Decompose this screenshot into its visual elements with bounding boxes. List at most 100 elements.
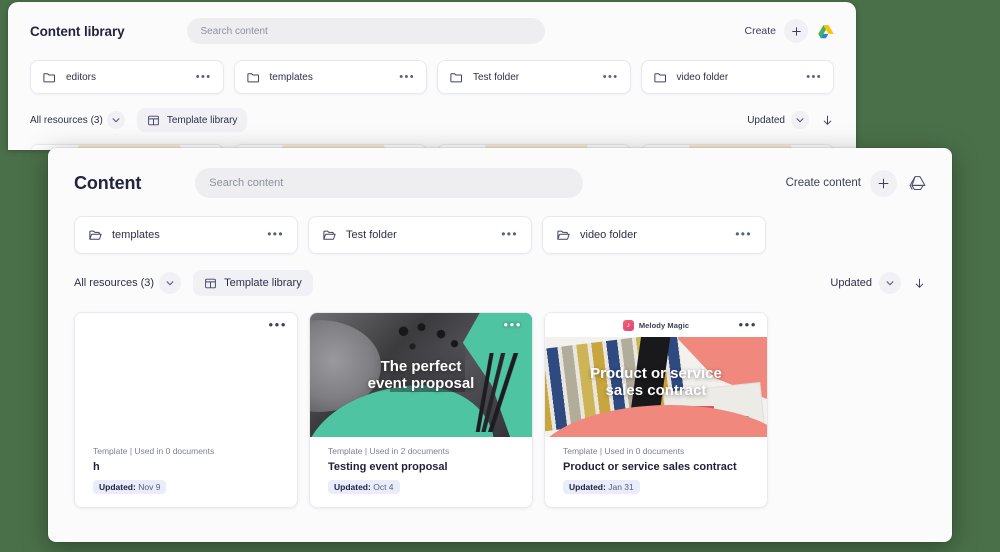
sort-control: Updated: [830, 272, 926, 294]
content-library-window[interactable]: Content library Search content Create ed…: [8, 2, 856, 150]
folder-menu-button[interactable]: •••: [806, 72, 822, 82]
card-subtitle: Template | Used in 0 documents: [563, 446, 685, 456]
folder-chip[interactable]: video folder •••: [542, 216, 766, 254]
google-drive-icon[interactable]: [909, 175, 926, 191]
create-content-label[interactable]: Create content: [786, 177, 861, 189]
all-resources-label[interactable]: All resources (3): [30, 115, 103, 126]
front-filter-row: All resources (3) Template library Updat…: [48, 254, 952, 296]
badge-label: Updated:: [99, 482, 136, 492]
folder-icon: [246, 70, 261, 85]
search-input[interactable]: Search content: [195, 168, 584, 198]
sort-chevron-down-icon[interactable]: [879, 272, 901, 294]
card-subtitle: Template | Used in 0 documents: [93, 446, 215, 456]
badge-label: Updated:: [334, 482, 371, 492]
card-title: h: [93, 461, 100, 473]
chevron-down-icon[interactable]: [159, 272, 182, 294]
open-folder-icon: [556, 228, 571, 243]
search-placeholder: Search content: [200, 25, 268, 37]
sort-control: Updated: [747, 111, 834, 129]
status-badge: Updated: Jan 31: [563, 480, 640, 494]
thumbnail-caption: Product or service sales contract: [590, 365, 722, 400]
search-placeholder: Search content: [209, 177, 284, 189]
card-meta: Template | Used in 0 documents h Updated…: [75, 437, 297, 505]
template-library-label: Template library: [166, 114, 238, 126]
card-meta: Template | Used in 0 documents Product o…: [545, 437, 767, 505]
card-title: Product or service sales contract: [563, 461, 737, 473]
template-library-chip[interactable]: Template library: [193, 270, 313, 296]
folder-name: templates: [112, 229, 160, 241]
page-title: Content library: [30, 23, 125, 39]
folder-menu-button[interactable]: •••: [267, 228, 284, 240]
folder-icon: [449, 70, 464, 85]
folder-chip[interactable]: Test folder •••: [308, 216, 532, 254]
header-actions: Create: [744, 19, 834, 43]
front-folder-list: templates ••• Test folder ••• video fold…: [48, 198, 952, 254]
search-input[interactable]: Search content: [186, 18, 545, 44]
content-card[interactable]: ••• Template | Used in 0 documents h Upd…: [74, 312, 298, 508]
folder-name: templates: [269, 71, 313, 83]
folder-menu-button[interactable]: •••: [735, 228, 752, 240]
card-thumbnail[interactable]: The perfect event proposal •••: [310, 313, 532, 437]
folder-name: video folder: [580, 229, 637, 241]
content-window[interactable]: Content Search content Create content te…: [48, 148, 952, 542]
folder-chip[interactable]: video folder •••: [640, 60, 834, 94]
create-plus-button[interactable]: [784, 19, 808, 43]
sort-label[interactable]: Updated: [747, 115, 785, 126]
card-thumbnail[interactable]: •••: [75, 313, 297, 437]
folder-name: video folder: [676, 71, 729, 83]
folder-chip[interactable]: Test folder •••: [437, 60, 631, 94]
sort-label[interactable]: Updated: [830, 277, 872, 289]
brand-name: Melody Magic: [638, 320, 690, 330]
create-content-plus-button[interactable]: [870, 169, 897, 197]
badge-value: Oct 4: [373, 482, 394, 492]
front-card-grid: ••• Template | Used in 0 documents h Upd…: [48, 296, 952, 508]
template-library-chip[interactable]: Template library: [136, 108, 248, 132]
card-menu-button[interactable]: •••: [269, 318, 287, 331]
folder-menu-button[interactable]: •••: [399, 72, 415, 82]
back-window-header: Content library Search content Create: [8, 2, 856, 44]
card-menu-button[interactable]: •••: [739, 318, 757, 331]
card-menu-button[interactable]: •••: [504, 318, 522, 331]
folder-chip[interactable]: templates •••: [74, 216, 298, 254]
folder-name: Test folder: [346, 229, 397, 241]
back-folder-list: editors ••• templates ••• Test folder ••…: [8, 44, 856, 94]
header-actions: Create content: [786, 169, 926, 197]
sort-chevron-down-icon[interactable]: [791, 111, 809, 129]
melody-magic-logo-icon: ♪: [622, 319, 634, 331]
card-thumbnail[interactable]: ♪ Melody Magic Product or service sales …: [545, 313, 767, 437]
status-badge: Updated: Nov 9: [93, 480, 167, 494]
folder-name: editors: [66, 71, 97, 83]
create-label[interactable]: Create: [744, 25, 776, 37]
card-meta: Template | Used in 2 documents Testing e…: [310, 437, 532, 505]
folder-name: Test folder: [473, 71, 520, 83]
page-title: Content: [74, 172, 142, 193]
card-subtitle: Template | Used in 2 documents: [328, 446, 450, 456]
template-layout-icon: [147, 114, 160, 127]
open-folder-icon: [88, 228, 103, 243]
chevron-down-icon[interactable]: [106, 111, 125, 129]
arrow-down-icon[interactable]: [821, 114, 834, 127]
folder-menu-button[interactable]: •••: [196, 72, 212, 82]
card-title: Testing event proposal: [328, 461, 448, 473]
status-badge: Updated: Oct 4: [328, 480, 400, 494]
all-resources-label[interactable]: All resources (3): [74, 277, 154, 289]
folder-menu-button[interactable]: •••: [501, 228, 518, 240]
folder-chip[interactable]: editors •••: [30, 60, 224, 94]
content-card[interactable]: The perfect event proposal ••• Template …: [309, 312, 533, 508]
folder-menu-button[interactable]: •••: [603, 72, 619, 82]
arrow-down-icon[interactable]: [913, 277, 926, 290]
template-layout-icon: [204, 277, 217, 290]
content-card[interactable]: ♪ Melody Magic Product or service sales …: [544, 312, 768, 508]
folder-icon: [653, 70, 668, 85]
folder-chip[interactable]: templates •••: [233, 60, 427, 94]
badge-value: Nov 9: [138, 482, 161, 492]
folder-icon: [42, 70, 57, 85]
google-drive-icon[interactable]: [818, 24, 834, 39]
template-library-label: Template library: [224, 277, 302, 289]
badge-label: Updated:: [569, 482, 606, 492]
thumbnail-caption: The perfect event proposal: [367, 358, 475, 392]
open-folder-icon: [322, 228, 337, 243]
brand-header: ♪ Melody Magic: [545, 313, 767, 337]
front-window-header: Content Search content Create content: [48, 148, 952, 198]
back-filter-row: All resources (3) Template library Updat…: [8, 94, 856, 132]
